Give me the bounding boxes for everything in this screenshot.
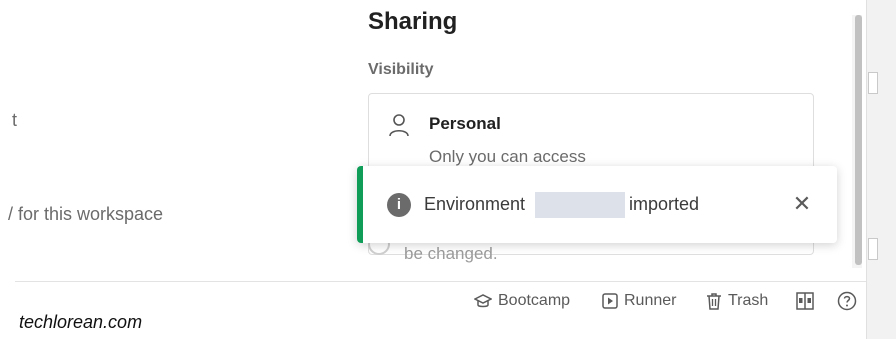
footer-divider (15, 281, 866, 282)
option-title: Personal (429, 114, 501, 133)
resize-handle[interactable] (868, 238, 878, 260)
runner-label: Runner (624, 292, 677, 309)
bootcamp-button[interactable]: Bootcamp (474, 290, 570, 312)
runner-button[interactable]: Runner (602, 290, 676, 312)
left-panel-description: / for this workspace (8, 204, 164, 224)
trash-label: Trash (728, 292, 769, 309)
trash-icon (706, 292, 722, 310)
trash-button[interactable]: Trash (706, 290, 768, 312)
toast-message-start: Environment (424, 194, 526, 214)
graduation-cap-icon (474, 293, 492, 309)
scrollbar-thumb[interactable] (855, 15, 862, 265)
help-button[interactable] (837, 290, 857, 312)
resize-handle[interactable] (868, 72, 878, 94)
help-icon (837, 291, 857, 311)
right-pane (866, 0, 896, 339)
toast-message-end: imported (629, 194, 700, 214)
redacted-name (535, 192, 625, 218)
two-pane-icon (796, 292, 814, 310)
visibility-label: Visibility (368, 61, 434, 78)
bootcamp-label: Bootcamp (498, 292, 571, 309)
toast-notification: i Environment imported ✕ (357, 166, 837, 243)
section-title: Sharing (368, 8, 458, 35)
two-pane-view-button[interactable] (796, 290, 814, 312)
note-text: be changed. (404, 244, 498, 263)
play-icon (602, 293, 618, 309)
option-description: Only you can access (429, 147, 586, 166)
left-panel-fragment: t (12, 110, 18, 130)
person-icon (389, 113, 409, 137)
close-icon[interactable]: ✕ (791, 192, 813, 216)
toast-accent (357, 166, 363, 243)
info-icon: i (387, 193, 411, 217)
watermark-text: techlorean.com (19, 312, 143, 332)
